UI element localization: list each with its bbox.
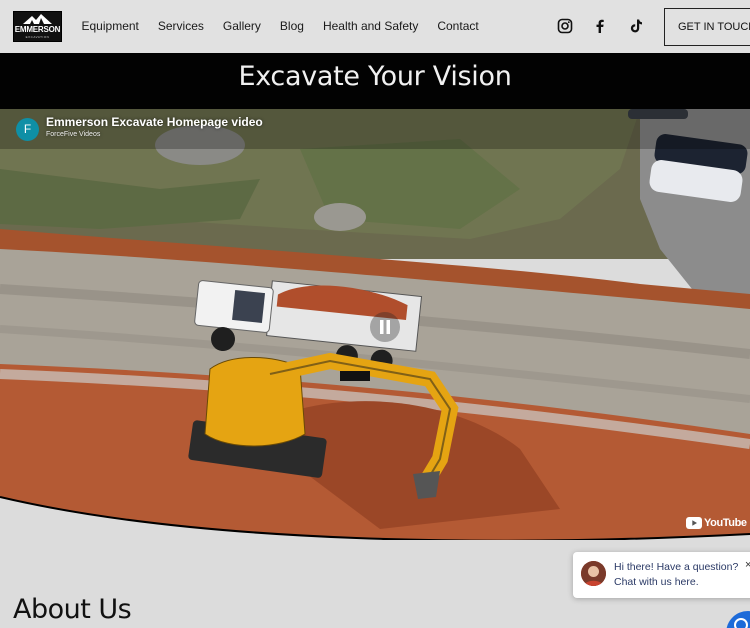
chat-subtext: Chat with us here. [614,576,699,588]
chat-open-button[interactable] [726,611,750,628]
nav-services[interactable]: Services [148,18,213,34]
video-title[interactable]: Emmerson Excavate Homepage video [46,115,263,129]
video-channel-name[interactable]: ForceFive Videos [46,131,100,138]
chat-greeting: Hi there! Have a question? [614,561,739,573]
logo-subtext: EXCAVATION [25,35,50,39]
hero-banner: Excavate Your Vision [0,53,750,109]
tiktok-icon[interactable] [627,17,645,35]
instagram-icon[interactable] [556,17,574,35]
chat-prompt-bubble[interactable]: Hi there! Have a question? Chat with us … [573,552,750,598]
nav-gallery[interactable]: Gallery [213,18,270,34]
youtube-play-icon [686,516,702,529]
get-in-touch-button[interactable]: GET IN TOUCH [664,8,750,46]
youtube-logo[interactable]: YouTube [686,516,747,529]
agent-portrait-icon [581,561,606,586]
facebook-icon[interactable] [591,17,609,35]
site-logo[interactable]: EMMERSON EXCAVATION [13,11,62,42]
nav-equipment[interactable]: Equipment [72,18,148,34]
nav-blog[interactable]: Blog [270,18,313,34]
pause-button[interactable] [370,312,400,342]
chat-close-button[interactable]: × [745,559,750,571]
chat-bubble-icon [734,618,748,628]
site-header: EMMERSON EXCAVATION Equipment Services G… [0,0,750,53]
hero-title: Excavate Your Vision [238,61,512,92]
youtube-wordmark: YouTube [704,516,747,529]
nav-contact[interactable]: Contact [428,18,488,34]
nav-health-and-safety[interactable]: Health and Safety [313,18,427,34]
about-us-heading: About Us [13,594,132,625]
pause-icon [380,320,390,334]
logo-text: EMMERSON [14,25,61,34]
channel-avatar[interactable]: F [16,118,39,141]
main-nav: Equipment Services Gallery Blog Health a… [72,18,488,34]
chat-agent-avatar [581,561,606,586]
video-player[interactable]: F Emmerson Excavate Homepage video Force… [0,109,750,540]
